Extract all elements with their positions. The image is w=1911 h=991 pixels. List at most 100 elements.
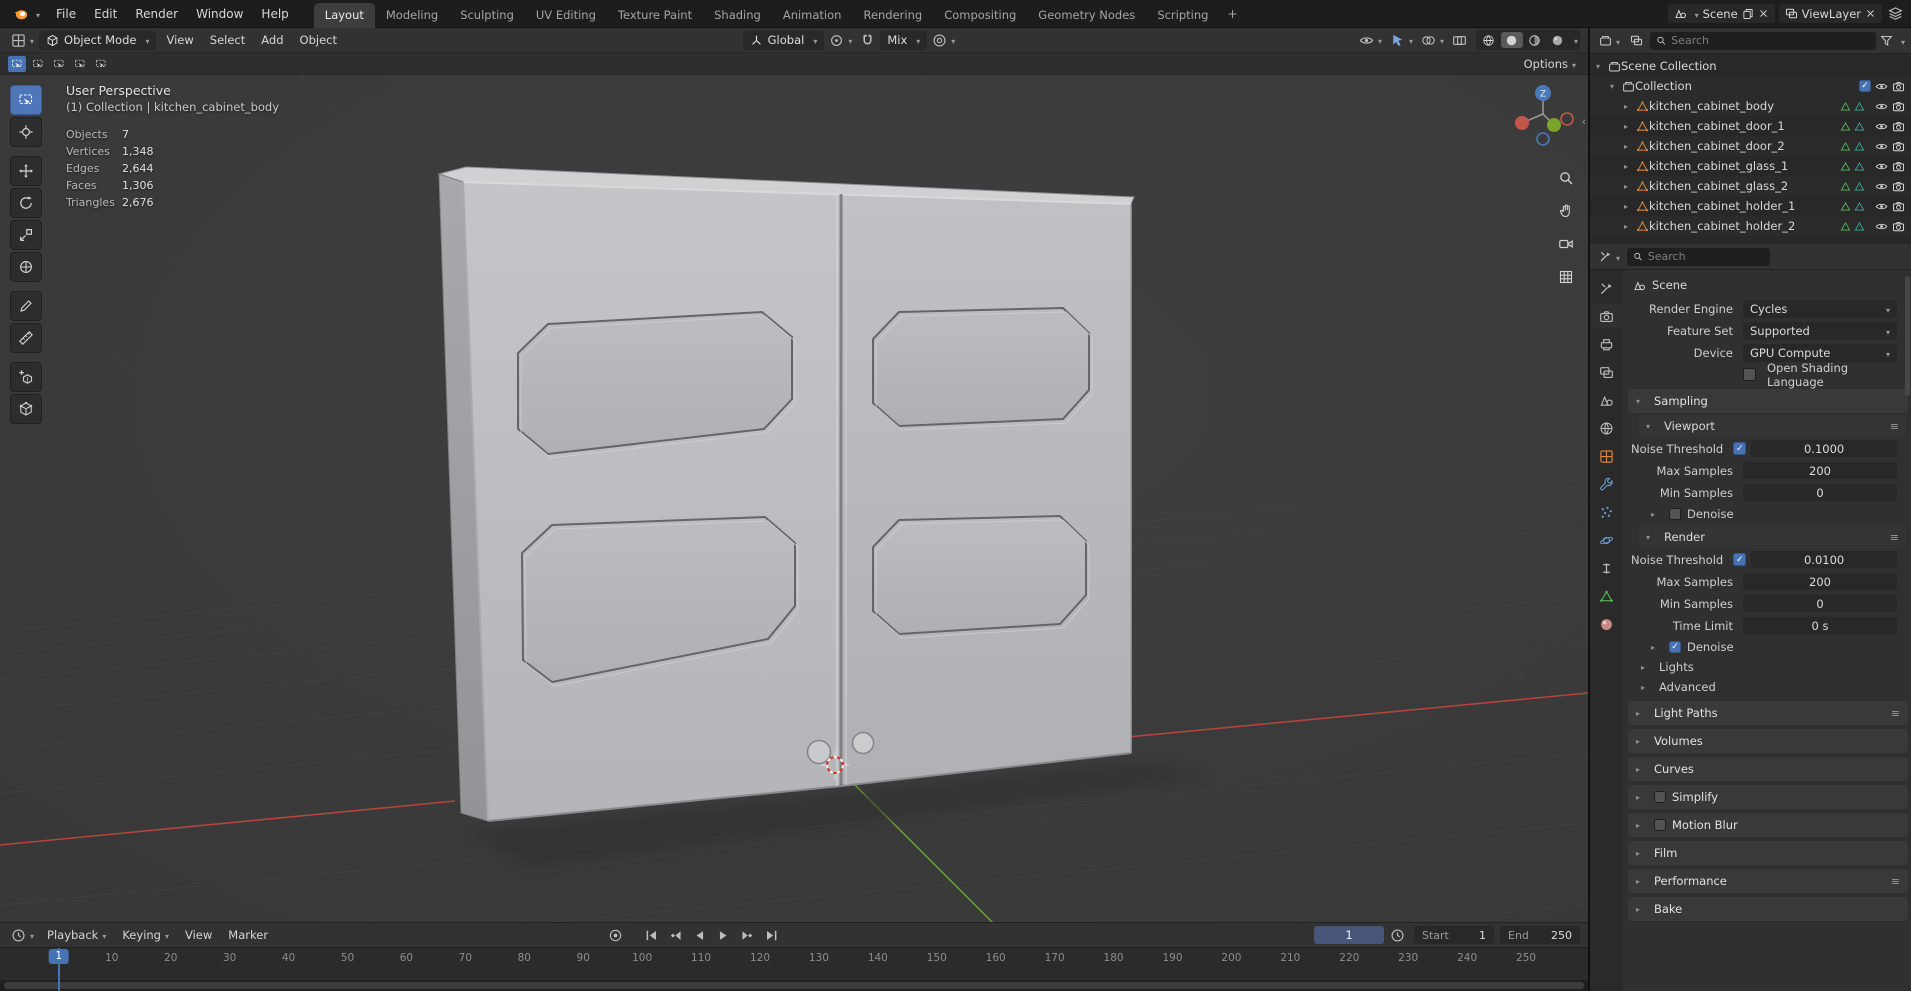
use-preview-range-button[interactable] — [1386, 926, 1408, 944]
frame-tick[interactable]: 40 — [282, 952, 295, 964]
outliner-object-row[interactable]: kitchen_cabinet_door_1 — [1590, 116, 1911, 136]
kitchen-cabinet-object[interactable] — [437, 166, 1135, 822]
editor-type-dropdown[interactable] — [8, 31, 37, 50]
panel-header[interactable]: Performance — [1628, 869, 1908, 893]
prev-keyframe-button[interactable] — [665, 926, 687, 944]
render-visibility-camera-icon[interactable] — [1892, 180, 1905, 193]
device-dropdown[interactable]: GPU Compute — [1743, 343, 1897, 362]
shading-solid-button[interactable] — [1500, 32, 1523, 48]
viewport-noise-threshold-checkbox[interactable]: ✓ — [1733, 442, 1747, 455]
expand-icon[interactable] — [1624, 162, 1636, 171]
add-workspace-button[interactable]: + — [1219, 3, 1245, 25]
cabinet-door-right[interactable] — [841, 194, 1131, 786]
viewport-min-samples-field[interactable]: 0 — [1743, 484, 1897, 501]
tab-render[interactable] — [1591, 304, 1622, 328]
expand-icon[interactable] — [1596, 62, 1608, 71]
frame-tick[interactable]: 210 — [1280, 952, 1300, 964]
frame-tick[interactable]: 80 — [518, 952, 531, 964]
frame-tick[interactable]: 110 — [691, 952, 711, 964]
gizmo-x-axis[interactable] — [1515, 116, 1529, 130]
snap-falloff-dropdown[interactable]: Mix — [880, 30, 928, 50]
outliner-object-row[interactable]: kitchen_cabinet_body — [1590, 96, 1911, 116]
tab-modifiers[interactable] — [1592, 472, 1622, 496]
tab-object-data[interactable] — [1592, 584, 1622, 608]
frame-tick[interactable]: 200 — [1221, 952, 1241, 964]
pivot-point-dropdown[interactable] — [826, 31, 855, 50]
viewport-canvas[interactable]: User Perspective (1) Collection | kitche… — [0, 75, 1588, 922]
render-denoise-checkbox[interactable]: ✓ — [1669, 641, 1681, 653]
render-noise-threshold-field[interactable]: 0.0100 — [1751, 551, 1897, 568]
outliner-object-row[interactable]: kitchen_cabinet_holder_2 — [1590, 216, 1911, 236]
shading-wireframe-button[interactable] — [1478, 32, 1500, 48]
expand-icon[interactable] — [1624, 182, 1636, 191]
select-mode-new-button[interactable] — [8, 55, 26, 72]
workspace-tab[interactable]: UV Editing — [525, 3, 607, 28]
filter-icon[interactable] — [1880, 34, 1893, 47]
properties-editor-dropdown[interactable] — [1596, 248, 1623, 266]
outliner-object-row[interactable]: kitchen_cabinet_glass_1 — [1590, 156, 1911, 176]
render-denoise-header[interactable]: ✓ Denoise — [1625, 637, 1911, 657]
outliner-editor-dropdown[interactable] — [1596, 32, 1623, 50]
gizmo-z-neg-axis[interactable] — [1536, 132, 1550, 146]
frame-tick[interactable]: 240 — [1457, 952, 1477, 964]
expand-icon[interactable] — [1624, 122, 1636, 131]
render-visibility-camera-icon[interactable] — [1892, 220, 1905, 233]
eye-icon[interactable] — [1875, 100, 1888, 113]
next-keyframe-button[interactable] — [737, 926, 759, 944]
new-scene-icon[interactable] — [1742, 8, 1754, 20]
render-min-samples-field[interactable]: 0 — [1743, 595, 1897, 612]
eye-icon[interactable] — [1875, 180, 1888, 193]
view3d-menu-item[interactable]: Select — [202, 30, 253, 50]
timeline-menu-item[interactable]: View — [177, 925, 220, 945]
snap-toggle[interactable] — [857, 31, 878, 50]
jump-to-start-button[interactable] — [641, 926, 663, 944]
osl-checkbox[interactable] — [1743, 368, 1756, 381]
frame-tick[interactable]: 60 — [400, 952, 413, 964]
sampling-viewport-subpanel[interactable]: Viewport — [1639, 415, 1906, 437]
tool-scale[interactable] — [10, 220, 42, 250]
tab-tool[interactable] — [1592, 276, 1622, 300]
render-visibility-camera-icon[interactable] — [1892, 80, 1905, 93]
render-visibility-camera-icon[interactable] — [1892, 100, 1905, 113]
outliner-row-scene-collection[interactable]: Scene Collection — [1590, 56, 1911, 76]
frame-tick[interactable]: 10 — [105, 952, 118, 964]
tab-world[interactable] — [1592, 416, 1622, 440]
viewport-noise-threshold-field[interactable]: 0.1000 — [1751, 440, 1897, 457]
frame-start-field[interactable]: Start 1 — [1414, 926, 1494, 944]
tool-options-dropdown[interactable]: Options — [1520, 57, 1580, 71]
render-engine-dropdown[interactable]: Cycles — [1743, 299, 1897, 318]
outliner-object-row[interactable]: kitchen_cabinet_holder_1 — [1590, 196, 1911, 216]
frame-tick[interactable]: 130 — [809, 952, 829, 964]
tab-viewlayer[interactable] — [1592, 360, 1622, 384]
tool-measure[interactable] — [10, 323, 42, 353]
shading-material-button[interactable] — [1524, 32, 1546, 48]
expand-icon[interactable] — [1624, 102, 1636, 111]
outliner-search-input[interactable] — [1671, 34, 1870, 47]
topbar-menu-item[interactable]: File — [47, 3, 85, 25]
timeline-menu-item[interactable]: Keying — [114, 925, 177, 945]
current-frame-field[interactable]: 1 — [1314, 926, 1384, 944]
object-visibility-dropdown[interactable] — [1356, 31, 1385, 50]
panel-header[interactable]: Curves — [1628, 757, 1908, 781]
navigation-gizmo[interactable]: Z — [1510, 81, 1576, 147]
frame-tick[interactable]: 160 — [986, 952, 1006, 964]
caret-down-icon[interactable] — [1897, 34, 1905, 48]
render-time-limit-field[interactable]: 0 s — [1743, 617, 1897, 634]
feature-set-dropdown[interactable]: Supported — [1743, 321, 1897, 340]
transform-orientation-dropdown[interactable]: Global — [742, 30, 825, 50]
panel-checkbox[interactable] — [1654, 819, 1666, 831]
workspace-tab[interactable]: Compositing — [933, 3, 1027, 28]
eye-icon[interactable] — [1875, 140, 1888, 153]
eye-icon[interactable] — [1875, 160, 1888, 173]
view3d-menu-item[interactable]: Add — [253, 30, 291, 50]
gizmo-x-neg-axis[interactable] — [1560, 112, 1574, 126]
workspace-tab[interactable]: Layout — [313, 2, 375, 28]
frame-tick[interactable]: 180 — [1104, 952, 1124, 964]
workspace-tab[interactable]: Modeling — [375, 3, 449, 28]
outliner-object-row[interactable]: kitchen_cabinet_door_2 — [1590, 136, 1911, 156]
pan-hand-icon[interactable] — [1558, 203, 1574, 219]
select-mode-invert-button[interactable] — [71, 56, 89, 72]
expand-icon[interactable] — [1610, 82, 1622, 91]
select-mode-intersect-button[interactable] — [92, 56, 110, 72]
tool-rotate[interactable] — [10, 188, 42, 218]
